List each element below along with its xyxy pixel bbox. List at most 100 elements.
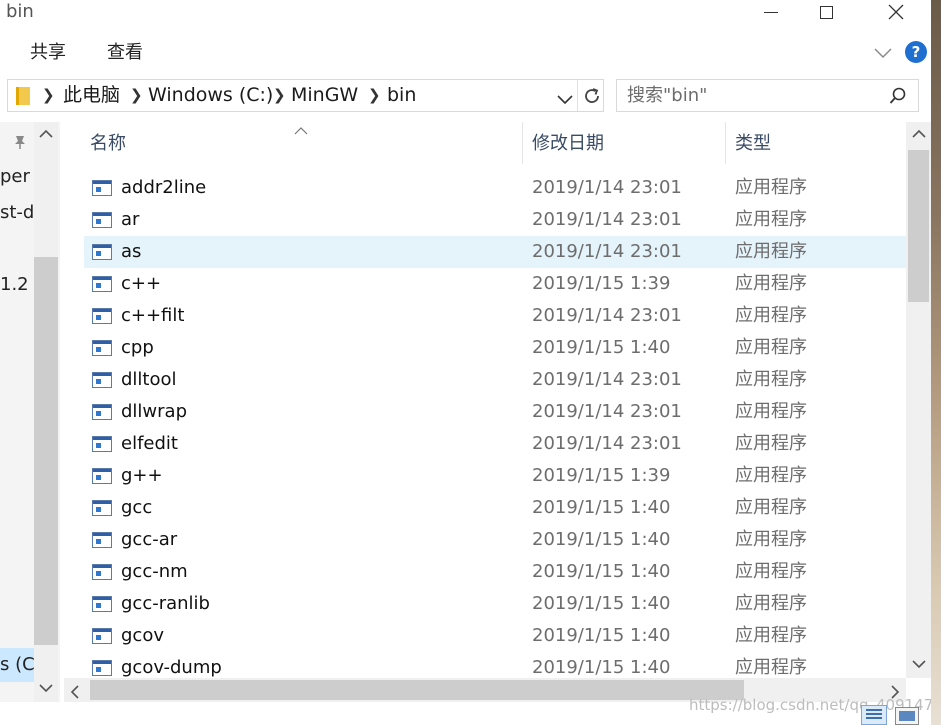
chevron-right-icon[interactable]: ❯ (368, 80, 381, 111)
file-type: 应用程序 (735, 369, 807, 390)
file-row[interactable]: gcov 2019/1/15 1:40 应用程序 (84, 620, 906, 652)
desktop-background (931, 0, 941, 725)
tab-share[interactable]: 共享 (30, 40, 66, 66)
file-type: 应用程序 (735, 273, 807, 294)
maximize-button[interactable] (803, 0, 849, 24)
help-icon: ? (911, 43, 921, 61)
details-view-button[interactable] (861, 705, 887, 725)
horizontal-scroll-thumb[interactable] (90, 680, 744, 700)
application-icon (92, 244, 112, 260)
application-icon (92, 276, 112, 292)
scroll-up-icon[interactable] (34, 128, 58, 143)
file-date-modified: 2019/1/15 1:40 (532, 593, 671, 614)
file-date-modified: 2019/1/14 23:01 (532, 241, 682, 262)
file-name: c++filt (121, 305, 185, 326)
file-row[interactable]: c++filt 2019/1/14 23:01 应用程序 (84, 300, 906, 332)
application-icon (92, 564, 112, 580)
column-divider[interactable] (522, 122, 523, 164)
file-name: addr2line (121, 177, 207, 198)
file-date-modified: 2019/1/14 23:01 (532, 433, 682, 454)
refresh-button[interactable] (582, 86, 602, 110)
file-row[interactable]: cpp 2019/1/15 1:40 应用程序 (84, 332, 906, 364)
application-icon (92, 500, 112, 516)
file-row[interactable]: as 2019/1/14 23:01 应用程序 (84, 236, 906, 268)
file-name: ar (121, 209, 140, 230)
file-list-scrollbar[interactable] (906, 122, 931, 678)
file-row[interactable]: gcc-ranlib 2019/1/15 1:40 应用程序 (84, 588, 906, 620)
scroll-down-icon[interactable] (906, 658, 931, 673)
chevron-right-icon[interactable]: ❯ (42, 80, 55, 111)
application-icon (92, 212, 112, 228)
help-button[interactable]: ? (905, 41, 927, 63)
search-icon[interactable] (889, 87, 907, 109)
file-name: gcc-nm (121, 561, 188, 582)
file-row[interactable]: dllwrap 2019/1/14 23:01 应用程序 (84, 396, 906, 428)
file-row[interactable]: gcc 2019/1/15 1:40 应用程序 (84, 492, 906, 524)
file-date-modified: 2019/1/14 23:01 (532, 401, 682, 422)
tab-view[interactable]: 查看 (107, 40, 143, 66)
file-type: 应用程序 (735, 241, 807, 262)
divider (577, 80, 578, 111)
file-name: elfedit (121, 433, 178, 454)
file-row[interactable]: ar 2019/1/14 23:01 应用程序 (84, 204, 906, 236)
close-button[interactable] (873, 0, 919, 24)
file-name: gcc-ar (121, 529, 178, 550)
file-type: 应用程序 (735, 433, 807, 454)
address-dropdown-button[interactable] (557, 90, 573, 109)
file-type: 应用程序 (735, 209, 807, 230)
file-row[interactable]: g++ 2019/1/15 1:39 应用程序 (84, 460, 906, 492)
file-date-modified: 2019/1/15 1:40 (532, 497, 671, 518)
file-name: c++ (121, 273, 162, 294)
file-name: dlltool (121, 369, 177, 390)
file-type: 应用程序 (735, 337, 807, 358)
chevron-down-icon (557, 95, 573, 105)
file-row[interactable]: c++ 2019/1/15 1:39 应用程序 (84, 268, 906, 300)
application-icon (92, 532, 112, 548)
file-type: 应用程序 (735, 561, 807, 582)
file-type: 应用程序 (735, 305, 807, 326)
file-row[interactable]: gcc-ar 2019/1/15 1:40 应用程序 (84, 524, 906, 556)
file-name: as (121, 241, 142, 262)
file-date-modified: 2019/1/15 1:40 (532, 561, 671, 582)
file-name: gcov-dump (121, 657, 222, 678)
column-header-name[interactable]: 名称 (90, 130, 126, 158)
file-row[interactable]: dlltool 2019/1/14 23:01 应用程序 (84, 364, 906, 396)
expand-ribbon-button[interactable] (874, 44, 892, 63)
breadcrumb-bin[interactable]: bin (387, 80, 416, 111)
scroll-thumb[interactable] (908, 150, 929, 302)
application-icon (92, 436, 112, 452)
file-date-modified: 2019/1/14 23:01 (532, 305, 682, 326)
address-bar[interactable]: ❯ 此电脑 ❯ Windows (C:) ❯ MinGW ❯ bin (7, 79, 604, 112)
file-type: 应用程序 (735, 401, 807, 422)
file-row[interactable]: elfedit 2019/1/14 23:01 应用程序 (84, 428, 906, 460)
scroll-up-icon[interactable] (906, 128, 931, 143)
folder-icon (16, 87, 30, 105)
refresh-icon (585, 88, 599, 103)
scroll-down-icon[interactable] (34, 682, 58, 697)
file-row[interactable]: addr2line 2019/1/14 23:01 应用程序 (84, 172, 906, 204)
scroll-left-icon[interactable] (70, 684, 80, 703)
search-box[interactable]: 搜索"bin" (616, 79, 919, 112)
breadcrumb-mingw[interactable]: MinGW (291, 80, 358, 111)
large-icons-view-button[interactable] (895, 707, 919, 725)
window-title: bin (6, 1, 34, 22)
minimize-button[interactable] (748, 0, 794, 24)
column-divider[interactable] (725, 122, 726, 164)
file-name: gcc-ranlib (121, 593, 210, 614)
file-date-modified: 2019/1/14 23:01 (532, 209, 682, 230)
file-type: 应用程序 (735, 177, 807, 198)
file-name: gcov (121, 625, 164, 646)
file-list[interactable]: addr2line 2019/1/14 23:01 应用程序 ar 2019/1/14 … (0, 172, 906, 678)
file-row[interactable]: gcc-nm 2019/1/15 1:40 应用程序 (84, 556, 906, 588)
search-input[interactable]: 搜索"bin" (627, 80, 707, 111)
chevron-right-icon[interactable]: ❯ (273, 80, 286, 111)
application-icon (92, 628, 112, 644)
column-header-type[interactable]: 类型 (735, 130, 771, 158)
application-icon (92, 660, 112, 676)
file-date-modified: 2019/1/15 1:39 (532, 465, 671, 486)
column-header-date[interactable]: 修改日期 (532, 130, 604, 158)
file-row[interactable]: gcov-dump 2019/1/15 1:40 应用程序 (84, 652, 906, 678)
breadcrumb-this-pc[interactable]: 此电脑 (63, 80, 120, 111)
breadcrumb-windows-c[interactable]: Windows (C:) (148, 80, 273, 111)
chevron-right-icon[interactable]: ❯ (130, 80, 143, 111)
